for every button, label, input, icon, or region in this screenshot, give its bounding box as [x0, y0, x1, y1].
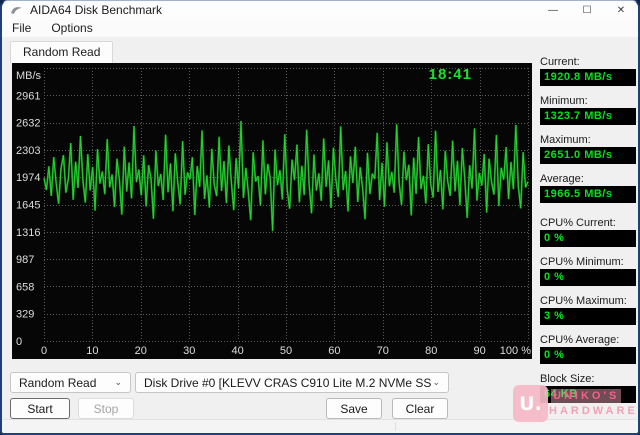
stat-label: Maximum: — [540, 134, 591, 146]
stat-value: 3 % — [540, 308, 636, 325]
stat-group: CPU% Current: 0 % — [540, 216, 636, 247]
chevron-down-icon: ⌄ — [432, 377, 440, 387]
app-icon — [11, 7, 22, 14]
test-type-select[interactable]: Random Read ⌄ — [10, 372, 131, 393]
window-title: AIDA64 Disk Benchmark — [30, 3, 163, 17]
title-bar: AIDA64 Disk Benchmark — ☐ ✕ — [2, 1, 638, 19]
clear-button[interactable]: Clear — [392, 398, 448, 419]
close-button[interactable]: ✕ — [604, 1, 638, 19]
stat-label: CPU% Minimum: — [540, 256, 624, 268]
drive-select[interactable]: Disk Drive #0 [KLEVV CRAS C910 Lite M.2 … — [135, 372, 449, 393]
stat-label: CPU% Maximum: — [540, 295, 627, 307]
test-type-value: Random Read — [19, 375, 97, 390]
stat-group: CPU% Minimum: 0 % — [540, 255, 636, 286]
stat-value: 1966.5 MB/s — [540, 186, 636, 203]
stat-group: Block Size: 64 KB — [540, 372, 636, 403]
stat-value: 64 KB — [540, 386, 636, 403]
stat-value: 0 % — [540, 347, 636, 364]
stat-group: CPU% Maximum: 3 % — [540, 294, 636, 325]
stat-label: CPU% Current: — [540, 217, 616, 229]
stat-value: 1323.7 MB/s — [540, 108, 636, 125]
stat-group: Maximum: 2651.0 MB/s — [540, 133, 636, 164]
stat-value: 0 % — [540, 230, 636, 247]
status-bar-divider — [395, 422, 396, 431]
drive-select-value: Disk Drive #0 [KLEVV CRAS C910 Lite M.2 … — [144, 375, 432, 390]
elapsed-clock: 18:41 — [428, 66, 472, 83]
stop-button[interactable]: Stop — [78, 398, 134, 419]
app-window: AIDA64 Disk Benchmark — ☐ ✕ File Options… — [0, 0, 640, 435]
stat-value: 0 % — [540, 269, 636, 286]
menu-options[interactable]: Options — [51, 19, 92, 37]
benchmark-chart — [12, 63, 532, 359]
stat-value: 1920.8 MB/s — [540, 69, 636, 86]
chevron-down-icon: ⌄ — [114, 377, 122, 387]
stat-group: Average: 1966.5 MB/s — [540, 172, 636, 203]
tab-random-read[interactable]: Random Read — [10, 41, 114, 63]
menu-bar: File Options — [2, 19, 638, 37]
stat-value: 2651.0 MB/s — [540, 147, 636, 164]
stat-label: Block Size: — [540, 373, 595, 385]
menu-file[interactable]: File — [12, 19, 31, 37]
stat-group: CPU% Average: 0 % — [540, 333, 636, 364]
status-bar — [2, 419, 638, 433]
maximize-button[interactable]: ☐ — [570, 1, 604, 19]
stat-label: Average: — [540, 173, 584, 185]
stat-group: Minimum: 1323.7 MB/s — [540, 94, 636, 125]
minimize-button[interactable]: — — [536, 1, 570, 19]
stats-sidebar: Current: 1920.8 MB/s Minimum: 1323.7 MB/s Ma… — [540, 55, 636, 411]
start-button[interactable]: Start — [10, 398, 70, 419]
stat-label: Current: — [540, 56, 580, 68]
stat-label: CPU% Average: — [540, 334, 620, 346]
save-button[interactable]: Save — [326, 398, 382, 419]
stat-label: Minimum: — [540, 95, 588, 107]
chart-panel: 18:41 — [12, 63, 532, 359]
stat-group: Current: 1920.8 MB/s — [540, 55, 636, 86]
